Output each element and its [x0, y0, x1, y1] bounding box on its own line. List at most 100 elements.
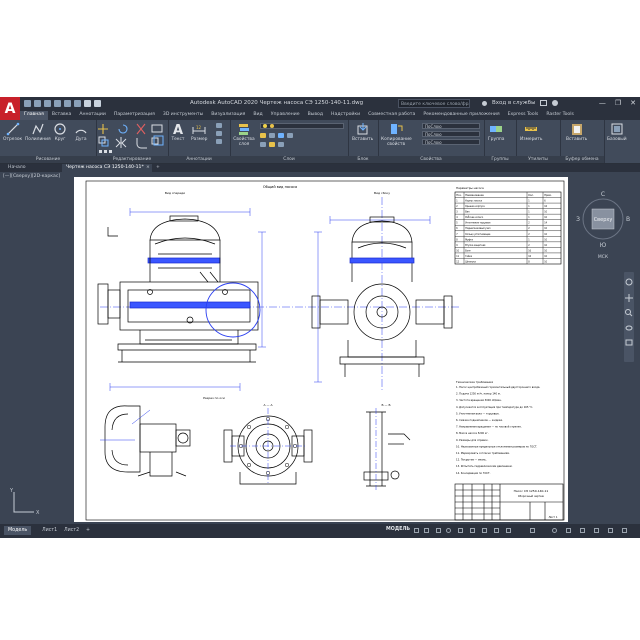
text-tool[interactable]: A Текст — [171, 122, 185, 142]
base-view-tool[interactable]: Базовый — [607, 122, 627, 142]
scale-icon[interactable] — [151, 135, 164, 146]
transparency-icon[interactable] — [494, 528, 499, 533]
units-icon[interactable] — [580, 528, 585, 533]
viewcube-west[interactable]: З — [576, 216, 580, 223]
new-file-icon[interactable] — [24, 100, 31, 107]
viewcube-south[interactable]: Ю — [600, 242, 607, 249]
tab-raster-tools[interactable]: Raster Tools — [542, 111, 578, 120]
lineweight-combo[interactable]: ПоСлою — [422, 139, 480, 145]
save-as-icon[interactable] — [54, 100, 61, 107]
tab-insert[interactable]: Вставка — [48, 111, 75, 120]
doc-tab-drawing[interactable]: Чертеж насоса СЭ 1250-140-11* — [62, 164, 152, 172]
plot-icon[interactable] — [74, 100, 81, 107]
line-tool[interactable]: Отрезок — [3, 122, 22, 142]
layer-tool-icon-1[interactable] — [260, 133, 266, 138]
layout-tab-sheet2[interactable]: Лист2 — [60, 526, 83, 535]
isodraft-icon[interactable] — [458, 528, 463, 533]
viewcube[interactable]: Сверху С Ю З В МСК — [576, 191, 630, 260]
new-doc-tab-icon[interactable]: + — [156, 164, 160, 172]
markup-icon[interactable] — [216, 139, 222, 144]
panel-properties-label[interactable]: Свойства — [378, 156, 484, 163]
layer-combo[interactable] — [260, 123, 344, 129]
selection-cycling-icon[interactable] — [506, 528, 511, 533]
close-button[interactable]: ✕ — [630, 99, 636, 107]
layer-properties-tool[interactable]: Свойства слоя — [232, 122, 256, 147]
copy-icon[interactable] — [98, 136, 109, 147]
arc-tool[interactable]: Дуга — [74, 122, 88, 142]
web-open-icon[interactable] — [64, 100, 71, 107]
snap-icon[interactable] — [424, 528, 429, 533]
isolate-objects-icon[interactable] — [594, 528, 599, 533]
panel-modify-label[interactable]: Редактирование — [96, 156, 168, 163]
mirror-icon[interactable] — [115, 137, 127, 148]
match-properties-tool[interactable]: Копирование свойств — [381, 122, 412, 147]
model-space-status[interactable]: МОДЕЛЬ — [386, 527, 410, 532]
layer-tool-icon-5[interactable] — [260, 142, 266, 147]
panel-utilities-label[interactable]: Утилиты — [516, 156, 560, 163]
tab-annotate[interactable]: Аннотации — [75, 111, 110, 120]
rotate-icon[interactable] — [118, 124, 128, 134]
dimension-tool[interactable]: 12 Размер — [191, 122, 207, 142]
move-icon[interactable] — [98, 124, 108, 134]
lineweight-icon[interactable] — [482, 528, 487, 533]
tab-output[interactable]: Вывод — [304, 111, 327, 120]
viewcube-east[interactable]: В — [626, 216, 630, 223]
ucs-icon[interactable]: Y X — [9, 488, 40, 516]
doc-tab-start[interactable]: Начало — [4, 164, 30, 172]
layer-tool-icon-6[interactable] — [269, 142, 275, 147]
array-icon[interactable] — [99, 150, 112, 153]
panel-groups-label[interactable]: Группы — [484, 156, 516, 163]
panel-clipboard-label[interactable]: Буфер обмена — [560, 156, 604, 163]
annotation-monitor-icon[interactable] — [566, 528, 571, 533]
doc-tab-close-icon[interactable]: × — [146, 164, 150, 172]
panel-layers-label[interactable]: Слои — [230, 156, 348, 163]
minimize-button[interactable]: — — [599, 99, 606, 107]
table-icon[interactable] — [216, 131, 222, 136]
tab-3d-tools[interactable]: 3D инструменты — [159, 111, 207, 120]
ortho-icon[interactable] — [436, 528, 441, 533]
stretch-icon[interactable] — [151, 124, 163, 133]
polar-icon[interactable] — [446, 528, 451, 533]
tab-visualize[interactable]: Визуализация — [207, 111, 249, 120]
tab-parametric[interactable]: Параметризация — [110, 111, 159, 120]
layer-tool-icon-4[interactable] — [287, 133, 293, 138]
viewcube-north[interactable]: С — [601, 191, 605, 198]
maximize-button[interactable]: ❐ — [615, 99, 621, 107]
layer-tool-icon-7[interactable] — [278, 142, 284, 147]
tab-home[interactable]: Главная — [20, 111, 48, 120]
paste-tool[interactable]: Вставить — [566, 122, 587, 142]
tab-express-tools[interactable]: Express Tools — [504, 111, 543, 120]
trim-icon[interactable] — [136, 123, 146, 135]
tab-view[interactable]: Вид — [249, 111, 266, 120]
panel-block-label[interactable]: Блок — [348, 156, 378, 163]
drawing-viewport[interactable]: [—][Сверху][2D-каркас] Общий вид насоса … — [0, 172, 640, 523]
tab-featured-apps[interactable]: Рекомендованные приложения — [419, 111, 503, 120]
search-input[interactable]: Введите ключевое слово/фразу — [398, 99, 470, 108]
user-icon[interactable] — [482, 100, 487, 106]
open-file-icon[interactable] — [34, 100, 41, 107]
sign-in-label[interactable]: Вход в службы — [492, 100, 535, 106]
tab-addins[interactable]: Надстройки — [327, 111, 364, 120]
layout-tab-model[interactable]: Модель — [4, 526, 32, 535]
annotation-scale-icon[interactable] — [530, 528, 535, 533]
circle-tool[interactable]: Круг — [53, 122, 67, 142]
grid-icon[interactable] — [414, 528, 419, 533]
panel-annotation-label[interactable]: Аннотации — [168, 156, 230, 163]
viewcube-wcs[interactable]: МСК — [598, 254, 609, 260]
tab-manage[interactable]: Управление — [267, 111, 304, 120]
leader-icon[interactable] — [216, 123, 222, 128]
tab-collaborate[interactable]: Совместная работа — [364, 111, 419, 120]
undo-icon[interactable] — [84, 100, 91, 107]
measure-tool[interactable]: Измерить — [520, 122, 542, 142]
osnap-icon[interactable] — [470, 528, 475, 533]
panel-draw-label[interactable]: Рисование — [0, 156, 96, 163]
cart-icon[interactable] — [540, 100, 548, 106]
add-layout-button[interactable]: + — [82, 526, 94, 535]
fillet-icon[interactable] — [136, 138, 147, 149]
help-icon[interactable] — [552, 100, 559, 106]
save-icon[interactable] — [44, 100, 51, 107]
layout-tab-sheet1[interactable]: Лист1 — [38, 526, 61, 535]
group-tool[interactable]: Группа — [488, 122, 505, 142]
color-combo[interactable]: ПоСлою — [422, 123, 480, 129]
layer-tool-icon-2[interactable] — [269, 133, 275, 138]
